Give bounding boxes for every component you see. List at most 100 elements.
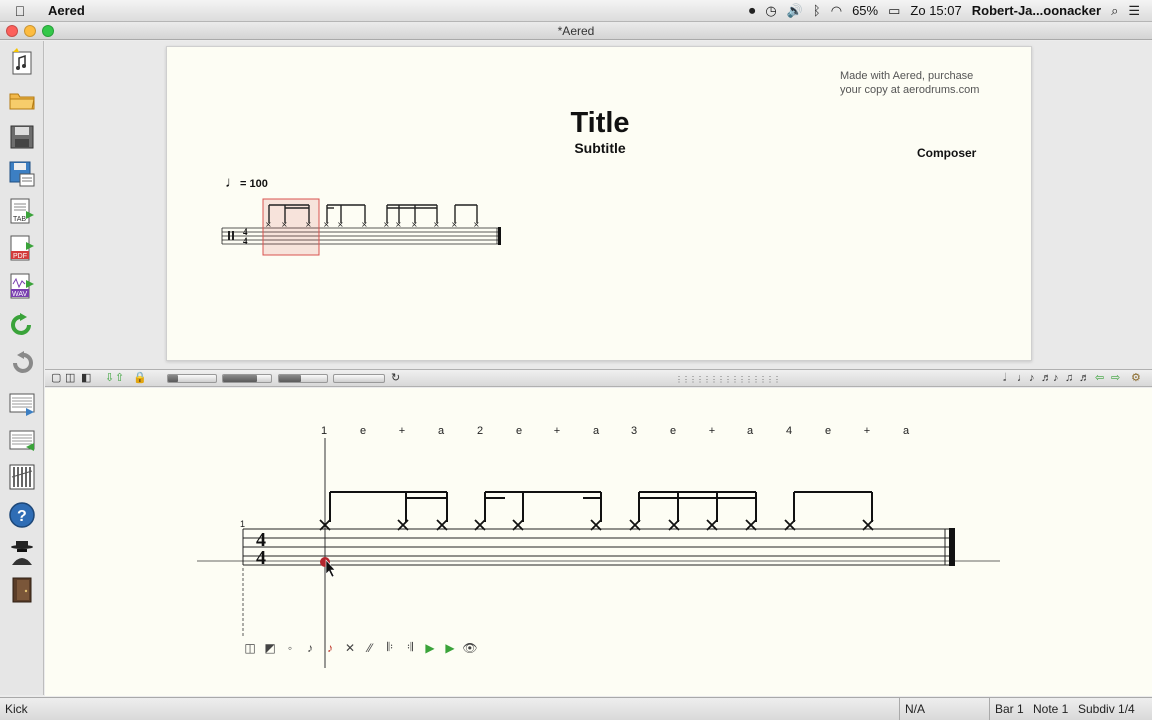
tempo-marking[interactable]: ♩= 100 <box>225 174 268 191</box>
save-as-button[interactable] <box>7 159 37 189</box>
zoom-window-button[interactable] <box>42 25 54 37</box>
svg-text:×: × <box>323 220 330 229</box>
record-icon[interactable]: ⏺ <box>749 3 756 19</box>
open-folder-icon <box>9 93 35 110</box>
svg-text:?: ? <box>17 508 27 525</box>
save-as-icon <box>9 161 35 187</box>
svg-text:4: 4 <box>243 227 248 237</box>
save-button[interactable] <box>7 122 37 152</box>
play-loop-icon[interactable]: ▶ <box>442 641 458 655</box>
view-split-icon[interactable]: ◧ <box>81 372 91 385</box>
minimize-window-button[interactable] <box>24 25 36 37</box>
apple-menu-icon[interactable]:  <box>0 3 40 19</box>
time-machine-icon[interactable]: ◷ <box>765 3 776 19</box>
zoom-slider[interactable] <box>167 374 217 383</box>
export-pdf-button[interactable]: PDF <box>7 234 37 264</box>
clock[interactable]: Zo 15:07 <box>910 3 961 18</box>
flam-icon[interactable]: ◩ <box>262 641 278 655</box>
note-tuplet-icon[interactable]: ♬ <box>1079 372 1090 385</box>
menu-bar:  Aered ⏺ ◷ 🔊 ᛒ ◠ 65% ▭ Zo 15:07 Robert-… <box>0 0 1152 22</box>
arrow-right-icon[interactable]: ⇨ <box>1111 372 1120 385</box>
repeat-end-icon[interactable]: 𝄇 <box>402 640 418 655</box>
score-composer[interactable]: Composer <box>917 146 976 160</box>
open-button[interactable] <box>7 85 37 115</box>
status-menus: ⏺ ◷ 🔊 ᛒ ◠ 65% ▭ Zo 15:07 Robert-Ja...oon… <box>749 3 1152 19</box>
roll-icon[interactable]: ♪ <box>302 641 318 655</box>
watermark: Made with Aered, purchase your copy at a… <box>840 70 980 96</box>
spy-icon <box>11 541 33 565</box>
note-sixteenth-icon[interactable]: ♬ <box>1041 372 1052 385</box>
score-subtitle[interactable]: Subtitle <box>167 140 1033 156</box>
close-window-button[interactable] <box>6 25 18 37</box>
svg-text:×: × <box>433 220 440 229</box>
note-eighth-icon[interactable]: ♪ <box>1029 372 1035 385</box>
view-single-icon[interactable]: ▢ <box>51 372 61 385</box>
accent-icon[interactable]: ◦ <box>282 641 298 655</box>
export-wav-icon: WAV <box>10 273 34 299</box>
new-score-button[interactable] <box>7 47 37 77</box>
export-tab-icon: TAB <box>10 198 34 224</box>
delete-bar-icon <box>9 430 35 451</box>
bar-editor[interactable]: 1 e + a 2 e + a 3 e + a 4 e + a 1 4 4 ◫ … <box>45 388 1152 696</box>
battery-icon[interactable]: ▭ <box>888 3 900 19</box>
status-instrument: Kick <box>5 702 28 716</box>
svg-text:×: × <box>281 220 288 229</box>
export-wav-button[interactable]: WAV <box>7 272 37 302</box>
battery-percent[interactable]: 65% <box>852 3 878 18</box>
svg-text:TAB: TAB <box>13 216 26 223</box>
app-menu[interactable]: Aered <box>48 3 85 18</box>
note-thirtysecond-icon[interactable]: ♪ <box>1053 372 1059 385</box>
insert-bar-button[interactable] <box>7 388 37 418</box>
svg-text:×: × <box>451 220 458 229</box>
notification-center-icon[interactable]: ☰ <box>1128 3 1140 19</box>
note-quarter-icon[interactable]: ♩ <box>1017 372 1028 385</box>
position-slider[interactable] <box>333 374 385 383</box>
status-note-number: Note 1 <box>1033 702 1069 716</box>
move-up-icon[interactable]: ⇧ <box>115 372 124 385</box>
export-tab-button[interactable]: TAB <box>7 197 37 227</box>
preview-eye-icon[interactable]: 👁 <box>462 641 478 655</box>
editor-toolbar: ▢ ◫ ◧ ⇩ ⇧ 🔒 ↻ ⋮⋮⋮⋮⋮⋮⋮⋮⋮⋮⋮⋮⋮⋮⋮ 𝅗𝅥 ♩ ♪ ♬ ♪… <box>45 369 1152 387</box>
svg-text:4: 4 <box>243 236 248 246</box>
undo-button[interactable] <box>7 348 37 378</box>
wifi-icon[interactable]: ◠ <box>831 3 842 19</box>
exit-button[interactable] <box>7 575 37 605</box>
settings-gear-icon[interactable]: ⚙ <box>1131 372 1141 385</box>
repeat-icon[interactable]: 𝄆 <box>382 640 398 655</box>
tempo-slider[interactable] <box>222 374 272 383</box>
roll-red-icon[interactable]: ♪ <box>322 641 338 655</box>
score-page[interactable]: Made with Aered, purchase your copy at a… <box>166 46 1032 361</box>
score-title[interactable]: Title <box>167 107 1033 140</box>
splitter-grip[interactable]: ⋮⋮⋮⋮⋮⋮⋮⋮⋮⋮⋮⋮⋮⋮⋮ <box>675 375 781 384</box>
exit-door-icon <box>12 577 32 603</box>
status-bar: Kick N/A Bar 1 Note 1 Subdiv 1/4 <box>0 697 1152 720</box>
redo-button[interactable] <box>7 310 37 340</box>
volume-icon[interactable]: 🔊 <box>787 3 803 19</box>
spotlight-search-icon[interactable]: ⌕ <box>1111 3 1118 19</box>
bluetooth-icon[interactable]: ᛒ <box>813 3 821 18</box>
move-down-icon[interactable]: ⇩ <box>105 372 114 385</box>
status-bar-number: Bar 1 <box>995 702 1024 716</box>
user-menu[interactable]: Robert-Ja...oonacker <box>972 3 1101 18</box>
svg-text:×: × <box>265 220 272 229</box>
cross-stick-icon[interactable]: ✕ <box>342 641 358 655</box>
note-whole-icon[interactable]: 𝅗𝅥 <box>1003 372 1007 385</box>
lock-icon[interactable]: 🔒 <box>133 372 147 385</box>
drum-kit-button[interactable] <box>7 462 37 492</box>
main-toolbar: TAB PDF WAV ? <box>0 41 44 695</box>
help-button[interactable]: ? <box>7 500 37 530</box>
insert-bar-icon <box>9 393 35 416</box>
play-icon[interactable]: ▶ <box>422 641 438 655</box>
arrow-left-icon[interactable]: ⇦ <box>1095 372 1104 385</box>
note-triplet-icon[interactable]: ♫ <box>1065 372 1073 385</box>
delete-bar-button[interactable] <box>7 425 37 455</box>
buzz-icon[interactable]: ⁄⁄ <box>362 641 378 655</box>
spy-button[interactable] <box>7 538 37 568</box>
export-pdf-icon: PDF <box>10 235 34 261</box>
drum-kit-icon <box>9 464 35 490</box>
refresh-icon[interactable]: ↻ <box>391 372 400 385</box>
ghost-note-icon[interactable]: ◫ <box>242 641 258 655</box>
view-double-icon[interactable]: ◫ <box>65 372 75 385</box>
volume-slider[interactable] <box>278 374 328 383</box>
save-icon <box>10 125 34 149</box>
